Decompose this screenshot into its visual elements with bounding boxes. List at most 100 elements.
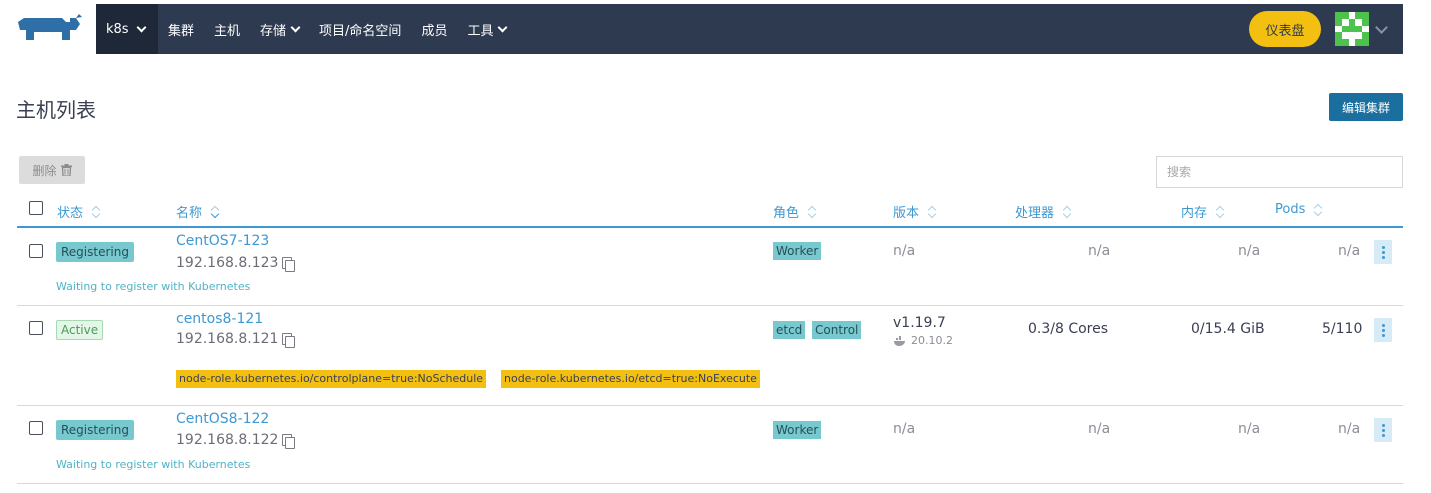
column-header-cpu[interactable]: 处理器 bbox=[1015, 202, 1072, 221]
delete-label: 删除 bbox=[32, 163, 57, 178]
nav-item-tools[interactable]: 工具 bbox=[457, 4, 516, 54]
docker-version-text: 20.10.2 bbox=[911, 334, 953, 347]
row-checkbox[interactable] bbox=[29, 421, 43, 435]
pods-value: n/a bbox=[1338, 243, 1361, 259]
role-tag: Worker bbox=[773, 242, 822, 260]
row-actions-kebab-icon[interactable] bbox=[1374, 418, 1392, 442]
nav-item-clusters[interactable]: 集群 bbox=[158, 4, 204, 54]
taint-tag: node-role.kubernetes.io/etcd=true:NoExec… bbox=[501, 370, 760, 388]
status-badge: Registering bbox=[56, 420, 134, 440]
memory-value: 0/15.4 GiB bbox=[1191, 321, 1265, 337]
column-label: 内存 bbox=[1181, 206, 1208, 221]
sort-icon bbox=[927, 205, 937, 219]
chevron-down-icon bbox=[136, 22, 147, 32]
column-header-name[interactable]: 名称 bbox=[176, 202, 220, 221]
copy-icon[interactable] bbox=[282, 332, 296, 348]
role-tag: etcd bbox=[773, 321, 806, 339]
column-label: 状态 bbox=[57, 206, 84, 221]
nav-item-hosts[interactable]: 主机 bbox=[204, 4, 250, 54]
nav-item-storage[interactable]: 存储 bbox=[250, 4, 309, 54]
table-header: 状态 名称 角色 版本 处理器 内存 Pods bbox=[17, 196, 1403, 228]
nav-label: 工具 bbox=[467, 23, 494, 39]
host-ip: 192.168.8.121 bbox=[176, 331, 296, 348]
status-badge: Active bbox=[56, 320, 104, 340]
host-name-link[interactable]: centos8-121 bbox=[176, 311, 263, 327]
cluster-selector[interactable]: k8s bbox=[96, 4, 158, 54]
row-note: Waiting to register with Kubernetes bbox=[56, 458, 251, 471]
chevron-down-icon[interactable] bbox=[1375, 21, 1388, 34]
search-input[interactable] bbox=[1156, 156, 1403, 188]
nav-label: 成员 bbox=[421, 23, 448, 39]
ip-text: 192.168.8.123 bbox=[176, 255, 279, 271]
nav-label: 项目/命名空间 bbox=[319, 23, 402, 39]
delete-button[interactable]: 删除 bbox=[19, 156, 85, 184]
sort-icon bbox=[210, 205, 220, 219]
table-row: Registering CentOS8-122 192.168.8.122 Wa… bbox=[17, 406, 1403, 484]
nav-label: 存储 bbox=[260, 23, 287, 39]
docker-whale-icon bbox=[894, 335, 905, 346]
main-menu: 集群 主机 存储 项目/命名空间 成员 工具 bbox=[158, 4, 516, 54]
top-nav: k8s 集群 主机 存储 项目/命名空间 成员 工具 仪表盘 bbox=[0, 4, 1403, 54]
ip-text: 192.168.8.122 bbox=[176, 432, 279, 448]
cpu-value: n/a bbox=[1088, 243, 1111, 259]
column-label: 名称 bbox=[176, 206, 203, 221]
memory-value: n/a bbox=[1238, 421, 1261, 437]
column-header-version[interactable]: 版本 bbox=[893, 202, 937, 221]
ip-text: 192.168.8.121 bbox=[176, 331, 279, 347]
taint-tag: node-role.kubernetes.io/controlplane=tru… bbox=[176, 370, 487, 388]
column-label: 版本 bbox=[893, 206, 920, 221]
role-tag: Worker bbox=[773, 421, 822, 439]
dashboard-button[interactable]: 仪表盘 bbox=[1249, 11, 1321, 47]
page-title: 主机列表 bbox=[16, 98, 96, 122]
column-header-pods[interactable]: Pods bbox=[1275, 202, 1323, 217]
select-all-checkbox[interactable] bbox=[29, 201, 43, 215]
column-label: Pods bbox=[1275, 202, 1306, 217]
row-checkbox[interactable] bbox=[29, 321, 43, 335]
sort-icon bbox=[1215, 205, 1225, 219]
user-avatar[interactable] bbox=[1335, 12, 1369, 46]
sort-icon bbox=[1062, 205, 1072, 219]
memory-value: n/a bbox=[1238, 243, 1261, 259]
copy-icon[interactable] bbox=[282, 256, 296, 272]
nav-item-projects-namespaces[interactable]: 项目/命名空间 bbox=[309, 4, 411, 54]
rancher-cow-icon bbox=[18, 14, 82, 40]
chevron-down-icon bbox=[498, 22, 508, 32]
docker-version: 20.10.2 bbox=[893, 334, 953, 347]
host-ip: 192.168.8.123 bbox=[176, 255, 296, 272]
sort-icon bbox=[807, 205, 817, 219]
cpu-value: n/a bbox=[1088, 421, 1111, 437]
chevron-down-icon bbox=[290, 22, 301, 32]
host-name-link[interactable]: CentOS7-123 bbox=[176, 233, 269, 249]
version-value: n/a bbox=[893, 421, 916, 437]
column-header-roles[interactable]: 角色 bbox=[773, 202, 817, 221]
sort-icon bbox=[1313, 203, 1323, 217]
role-tag: Control bbox=[812, 321, 862, 339]
host-name-link[interactable]: CentOS8-122 bbox=[176, 411, 269, 427]
nav-item-members[interactable]: 成员 bbox=[411, 4, 457, 54]
column-header-memory[interactable]: 内存 bbox=[1181, 202, 1225, 221]
table-row: Registering CentOS7-123 192.168.8.123 Wa… bbox=[17, 228, 1403, 306]
version-value: v1.19.7 bbox=[893, 315, 946, 331]
row-checkbox[interactable] bbox=[29, 244, 43, 258]
nav-label: 主机 bbox=[214, 23, 241, 39]
row-actions-kebab-icon[interactable] bbox=[1374, 318, 1392, 342]
column-label: 处理器 bbox=[1015, 206, 1055, 221]
row-actions-kebab-icon[interactable] bbox=[1374, 240, 1392, 264]
trash-icon bbox=[60, 164, 72, 176]
row-note: Waiting to register with Kubernetes bbox=[56, 280, 251, 293]
cluster-name: k8s bbox=[106, 21, 129, 37]
rancher-logo[interactable] bbox=[0, 4, 96, 54]
nav-label: 集群 bbox=[168, 23, 195, 39]
sort-icon bbox=[91, 205, 101, 219]
cpu-value: 0.3/8 Cores bbox=[1028, 321, 1109, 337]
column-header-state[interactable]: 状态 bbox=[57, 202, 101, 221]
copy-icon[interactable] bbox=[282, 433, 296, 449]
edit-cluster-button[interactable]: 编辑集群 bbox=[1329, 93, 1403, 121]
pods-value: 5/110 bbox=[1322, 321, 1363, 337]
host-ip: 192.168.8.122 bbox=[176, 432, 296, 449]
status-badge: Registering bbox=[56, 242, 134, 262]
version-value: n/a bbox=[893, 243, 916, 259]
pods-value: n/a bbox=[1338, 421, 1361, 437]
table-row: Active centos8-121 192.168.8.121 etcd Co… bbox=[17, 306, 1403, 406]
column-label: 角色 bbox=[773, 206, 800, 221]
